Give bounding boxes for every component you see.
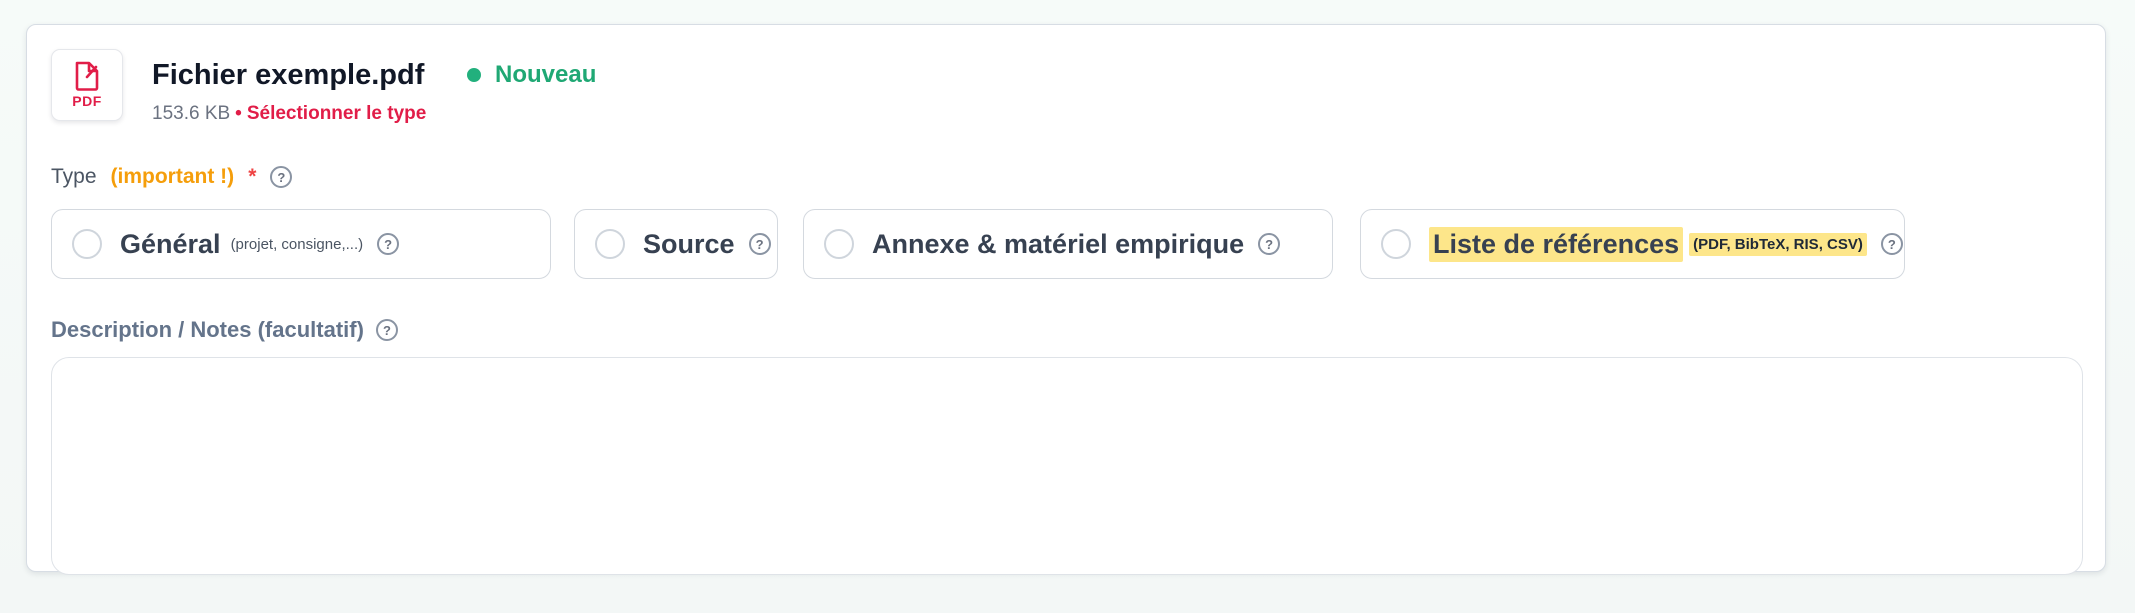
type-label-text: Type xyxy=(51,165,97,188)
status-label: Nouveau xyxy=(495,61,597,88)
description-label: Description / Notes (facultatif) ? xyxy=(51,317,398,343)
option-hint: (PDF, BibTeX, RIS, CSV) xyxy=(1689,232,1867,256)
file-size: 153.6 KB xyxy=(152,103,231,124)
option-label: Source xyxy=(643,228,735,259)
meta-separator: • xyxy=(235,103,242,124)
help-icon[interactable]: ? xyxy=(748,233,771,255)
option-label: Annexe & matériel empirique xyxy=(872,228,1245,259)
description-label-text: Description / Notes (facultatif) xyxy=(51,317,364,342)
file-name: Fichier exemple.pdf xyxy=(152,59,425,91)
description-textarea[interactable] xyxy=(51,357,2083,575)
option-label: Général xyxy=(120,228,221,259)
select-type-warning: Sélectionner le type xyxy=(246,103,427,124)
radio-button[interactable] xyxy=(824,229,854,259)
help-icon[interactable]: ? xyxy=(1880,233,1903,255)
pdf-file-icon: PDF xyxy=(51,49,123,121)
status-badge: Nouveau xyxy=(467,61,596,89)
required-marker: * xyxy=(248,165,257,188)
help-icon[interactable]: ? xyxy=(375,319,398,341)
pdf-label: PDF xyxy=(72,93,102,109)
type-field-label: Type (important !) * ? xyxy=(51,165,293,189)
help-icon[interactable]: ? xyxy=(1258,233,1281,255)
option-hint: (projet, consigne,...) xyxy=(230,235,364,253)
help-icon[interactable]: ? xyxy=(270,166,293,188)
file-upload-card: PDF Fichier exemple.pdf Nouveau 153.6 KB… xyxy=(26,24,2106,575)
file-meta: 153.6 KB • Sélectionner le type xyxy=(152,103,426,125)
radio-button[interactable] xyxy=(1381,229,1411,259)
option-label: Liste de références xyxy=(1429,226,1684,262)
type-option-general[interactable]: Général (projet, consigne,...) ? xyxy=(51,209,551,279)
radio-button[interactable] xyxy=(72,229,102,259)
status-dot-icon xyxy=(467,68,481,82)
type-option-source[interactable]: Source ? xyxy=(574,209,778,279)
type-option-references[interactable]: Liste de références (PDF, BibTeX, RIS, C… xyxy=(1360,209,1905,279)
important-note: (important !) xyxy=(110,165,235,188)
help-icon[interactable]: ? xyxy=(377,233,400,255)
type-option-annexe[interactable]: Annexe & matériel empirique ? xyxy=(803,209,1333,279)
document-icon xyxy=(75,61,99,91)
radio-button[interactable] xyxy=(595,229,625,259)
